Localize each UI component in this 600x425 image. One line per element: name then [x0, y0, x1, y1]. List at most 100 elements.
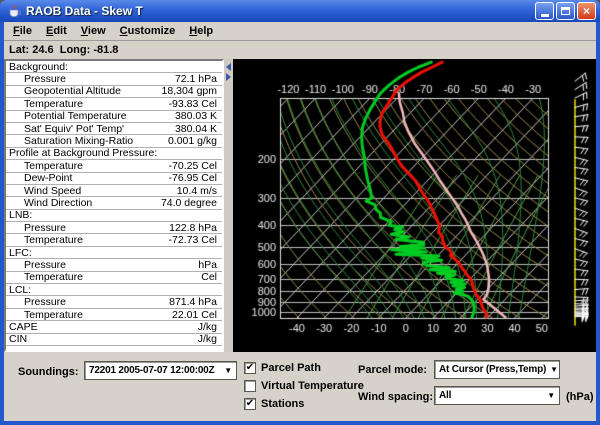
menu-item-help[interactable]: Help	[182, 22, 220, 40]
row-label: Sat' Equiv' Pot' Temp'	[6, 123, 175, 135]
row-label: CAPE	[6, 321, 198, 333]
skewt-chart-panel	[233, 59, 596, 352]
parcel-mode-combobox[interactable]: At Cursor (Press,Temp) ▼	[434, 360, 560, 379]
row-label: Wind Speed	[6, 185, 177, 197]
collapse-right-icon[interactable]	[226, 73, 231, 81]
chevron-down-icon: ▼	[546, 365, 558, 374]
checkbox-virtual-temperature[interactable]: Virtual Temperature	[244, 380, 364, 392]
lat-long-label: Lat: 24.6 Long: -81.8	[4, 42, 596, 59]
row-label: Wind Direction	[6, 197, 161, 209]
menu-item-edit[interactable]: Edit	[39, 22, 74, 40]
window-title: RAOB Data - Skew T	[26, 4, 535, 18]
maximize-button[interactable]	[556, 2, 575, 20]
row-label: LNB:	[6, 209, 217, 221]
soundings-combobox-value: 72201 2005-07-07 12:00:00Z	[89, 365, 214, 376]
row-value: hPa	[198, 259, 222, 271]
minimize-icon	[541, 14, 549, 17]
table-row-temperature: Temperature-72.73 Cel	[6, 234, 222, 246]
checkbox-box[interactable]	[244, 380, 256, 392]
wind-spacing-label: Wind spacing:	[358, 391, 433, 403]
row-value: 10.4 m/s	[177, 185, 222, 197]
checkbox-label: Virtual Temperature	[261, 380, 364, 392]
row-label: Temperature	[6, 309, 172, 321]
row-label: CIN	[6, 333, 198, 345]
checkbox-parcel-path[interactable]: ✔Parcel Path	[244, 362, 321, 374]
row-value: -76.95 Cel	[169, 172, 222, 184]
java-app-icon	[6, 3, 22, 19]
chevron-down-icon: ▼	[220, 366, 232, 375]
row-label: Saturation Mixing-Ratio	[6, 135, 168, 147]
table-row-cin: CINJ/kg	[6, 334, 222, 346]
table-row-temperature: Temperature22.01 Cel	[6, 309, 222, 321]
table-row-profile-at-background-pressure: Profile at Background Pressure:	[6, 148, 222, 160]
table-row-lnb: LNB:	[6, 210, 222, 222]
soundings-combobox[interactable]: 72201 2005-07-07 12:00:00Z ▼	[84, 361, 237, 380]
table-row-sat-equiv-pot-temp: Sat' Equiv' Pot' Temp'380.04 K	[6, 123, 222, 135]
row-value: J/kg	[198, 333, 222, 345]
row-value: 74.0 degree	[161, 197, 222, 209]
minimize-button[interactable]	[535, 2, 554, 20]
row-label: LFC:	[6, 247, 217, 259]
soundings-label: Soundings:	[18, 366, 79, 378]
row-label: Background:	[6, 61, 217, 73]
wind-spacing-combobox[interactable]: All ▼	[434, 386, 560, 405]
row-value: Cel	[201, 271, 222, 283]
table-row-saturation-mixing-ratio: Saturation Mixing-Ratio0.001 g/kg	[6, 135, 222, 147]
row-value: 380.03 K	[175, 110, 222, 122]
app-window: RAOB Data - Skew T × FileEditViewCustomi…	[0, 0, 600, 425]
row-value: -93.83 Cel	[169, 98, 222, 110]
row-value: 122.8 hPa	[169, 222, 222, 234]
table-row-lcl: LCL:	[6, 284, 222, 296]
row-label: Temperature	[6, 160, 169, 172]
table-row-cape: CAPEJ/kg	[6, 321, 222, 333]
chevron-down-icon: ▼	[543, 391, 555, 400]
row-label: Temperature	[6, 271, 201, 283]
table-row-temperature: TemperatureCel	[6, 272, 222, 284]
checkbox-box[interactable]: ✔	[244, 362, 256, 374]
skewt-chart-canvas[interactable]	[233, 59, 596, 352]
table-row-background: Background:	[6, 61, 222, 73]
wind-spacing-combobox-value: All	[439, 390, 451, 401]
table-row-lfc: LFC:	[6, 247, 222, 259]
close-icon: ×	[583, 5, 590, 17]
table-row-temperature: Temperature-70.25 Cel	[6, 160, 222, 172]
split-pane-divider[interactable]	[224, 59, 233, 352]
table-row-geopotential-altitude: Geopotential Altitude18,304 gpm	[6, 86, 222, 98]
maximize-icon	[561, 7, 570, 15]
sounding-data-table: Background:Pressure72.1 hPaGeopotential …	[4, 59, 224, 352]
row-label: Pressure	[6, 222, 169, 234]
wind-spacing-unit-label: (hPa)	[566, 391, 594, 403]
bottom-controls: Soundings: 72201 2005-07-07 12:00:00Z ▼ …	[4, 352, 596, 421]
checkbox-box[interactable]: ✔	[244, 398, 256, 410]
menu-item-customize[interactable]: Customize	[113, 22, 183, 40]
main-area: Background:Pressure72.1 hPaGeopotential …	[4, 59, 596, 352]
menu-item-view[interactable]: View	[74, 22, 113, 40]
checkbox-stations[interactable]: ✔ Stations	[244, 398, 304, 410]
table-row-pressure: Pressure871.4 hPa	[6, 296, 222, 308]
row-value: 380.04 K	[175, 123, 222, 135]
checkbox-label: Stations	[261, 398, 304, 410]
table-row-temperature: Temperature-93.83 Cel	[6, 98, 222, 110]
row-value: J/kg	[198, 321, 222, 333]
table-row-pressure: Pressure72.1 hPa	[6, 73, 222, 85]
collapse-left-icon[interactable]	[226, 63, 231, 71]
row-value: 0.001 g/kg	[168, 135, 222, 147]
table-row-dew-point: Dew-Point-76.95 Cel	[6, 173, 222, 185]
row-label: Dew-Point	[6, 172, 169, 184]
table-row-wind-direction: Wind Direction74.0 degree	[6, 197, 222, 209]
menu-item-file[interactable]: File	[6, 22, 39, 40]
row-label: LCL:	[6, 284, 217, 296]
row-label: Profile at Background Pressure:	[6, 147, 217, 159]
row-label: Pressure	[6, 259, 198, 271]
menu-bar: FileEditViewCustomizeHelp	[4, 22, 596, 41]
row-label: Temperature	[6, 234, 169, 246]
row-label: Pressure	[6, 73, 175, 85]
parcel-mode-label: Parcel mode:	[358, 364, 427, 376]
close-button[interactable]: ×	[577, 2, 596, 20]
title-bar[interactable]: RAOB Data - Skew T ×	[0, 0, 600, 22]
parcel-mode-combobox-value: At Cursor (Press,Temp)	[439, 364, 546, 375]
row-label: Pressure	[6, 296, 169, 308]
table-row-potential-temperature: Potential Temperature380.03 K	[6, 111, 222, 123]
row-value: 18,304 gpm	[162, 85, 222, 97]
row-value: 22.01 Cel	[172, 309, 222, 321]
